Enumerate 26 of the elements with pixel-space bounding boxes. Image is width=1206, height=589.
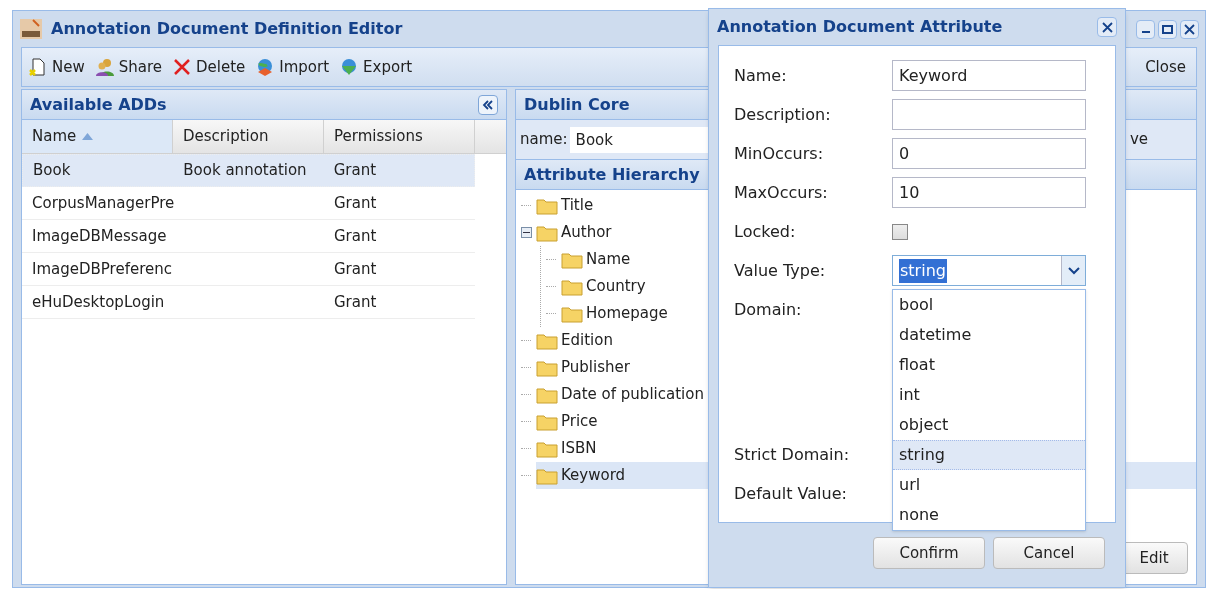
- field-label: Name:: [734, 64, 788, 87]
- field-label: Locked:: [734, 220, 797, 243]
- panel-title: Dublin Core: [524, 93, 630, 116]
- table-cell-text: CorpusManagerPre: [32, 192, 175, 214]
- panel-title: Attribute Hierarchy: [524, 163, 700, 186]
- window-title: Annotation Document Definition Editor: [51, 18, 403, 40]
- field-label: name:: [520, 129, 568, 151]
- field-label: Strict Domain:: [734, 443, 851, 466]
- field-label: Value Type:: [734, 259, 827, 282]
- table-cell-text: Grant: [334, 258, 377, 280]
- table-cell-text: Grant: [334, 192, 377, 214]
- field-label: Default Value:: [734, 482, 848, 505]
- table-cell-text: ImageDBPreferenc: [32, 258, 172, 280]
- select-value: string: [899, 258, 947, 283]
- dialog-title: Annotation Document Attribute: [717, 16, 1003, 38]
- table-cell-text: Book annotation: [183, 160, 307, 182]
- panel-title: Available ADDs: [30, 93, 167, 116]
- table-cell-text: Grant: [333, 160, 377, 182]
- table-cell-text: Grant: [334, 225, 377, 247]
- table-cell-text: ImageDBMessage: [32, 225, 167, 247]
- table-cell-text: Grant: [334, 291, 377, 313]
- field-label: Description:: [734, 103, 832, 126]
- field-label: Domain:: [734, 299, 803, 321]
- table-cell-text: eHuDesktopLogin: [32, 291, 165, 313]
- table-cell-text: Book: [33, 160, 71, 182]
- field-label: MaxOccurs:: [734, 181, 829, 204]
